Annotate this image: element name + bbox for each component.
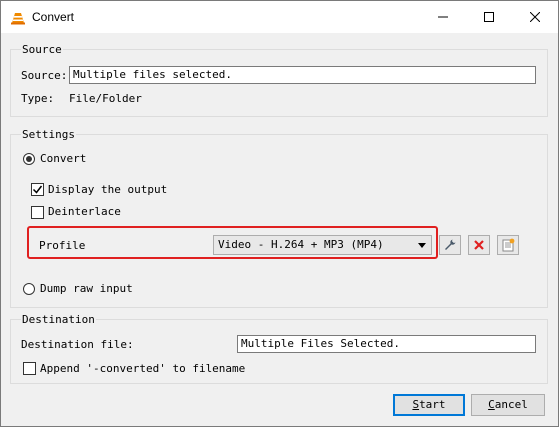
profile-select[interactable]: Video - H.264 + MP3 (MP4): [213, 235, 432, 255]
cancel-button[interactable]: Cancel: [471, 394, 545, 416]
destination-file-label: Destination file:: [21, 338, 134, 351]
dump-raw-label: Dump raw input: [40, 282, 133, 295]
cancel-button-label: ancel: [494, 398, 528, 411]
start-button[interactable]: Start: [393, 394, 465, 416]
delete-profile-button[interactable]: [468, 235, 490, 255]
window-title: Convert: [32, 10, 75, 24]
start-button-label: tart: [419, 398, 446, 411]
delete-icon: [474, 240, 484, 250]
profile-select-value: Video - H.264 + MP3 (MP4): [218, 238, 384, 251]
convert-radio[interactable]: [23, 153, 35, 165]
maximize-icon: [484, 12, 494, 22]
append-converted-label: Append '-converted' to filename: [40, 362, 246, 375]
source-field[interactable]: Multiple files selected.: [69, 66, 536, 84]
new-profile-button[interactable]: [497, 235, 519, 255]
close-button[interactable]: [512, 1, 558, 33]
close-icon: [530, 12, 540, 22]
minimize-icon: [438, 16, 448, 18]
new-profile-icon: [502, 238, 515, 252]
edit-profile-button[interactable]: [439, 235, 461, 255]
convert-label: Convert: [40, 152, 87, 165]
display-output-label: Display the output: [48, 183, 168, 196]
type-value: File/Folder: [69, 92, 142, 105]
deinterlace-checkbox[interactable]: [31, 206, 44, 219]
dropdown-arrow-icon: [418, 243, 426, 248]
source-group-title: Source: [21, 43, 63, 56]
minimize-button[interactable]: [420, 1, 466, 33]
profile-label: Profile: [39, 239, 86, 252]
destination-group-title: Destination: [21, 313, 96, 326]
maximize-button[interactable]: [466, 1, 512, 33]
deinterlace-label: Deinterlace: [48, 205, 121, 218]
type-label: Type:: [21, 92, 55, 105]
title-bar: Convert: [1, 1, 558, 33]
source-label: Source:: [21, 69, 68, 82]
dump-raw-radio[interactable]: [23, 283, 35, 295]
wrench-icon: [445, 239, 456, 250]
cancel-button-mnemonic: C: [488, 398, 495, 411]
vlc-cone-icon: [11, 13, 25, 25]
append-converted-checkbox[interactable]: [23, 362, 36, 375]
display-output-checkbox[interactable]: [31, 183, 44, 196]
destination-file-field[interactable]: Multiple Files Selected.: [237, 335, 536, 353]
convert-dialog: Convert Source Source: Multiple files se…: [0, 0, 559, 427]
checkmark-icon: [32, 185, 43, 194]
settings-group-title: Settings: [21, 128, 76, 141]
